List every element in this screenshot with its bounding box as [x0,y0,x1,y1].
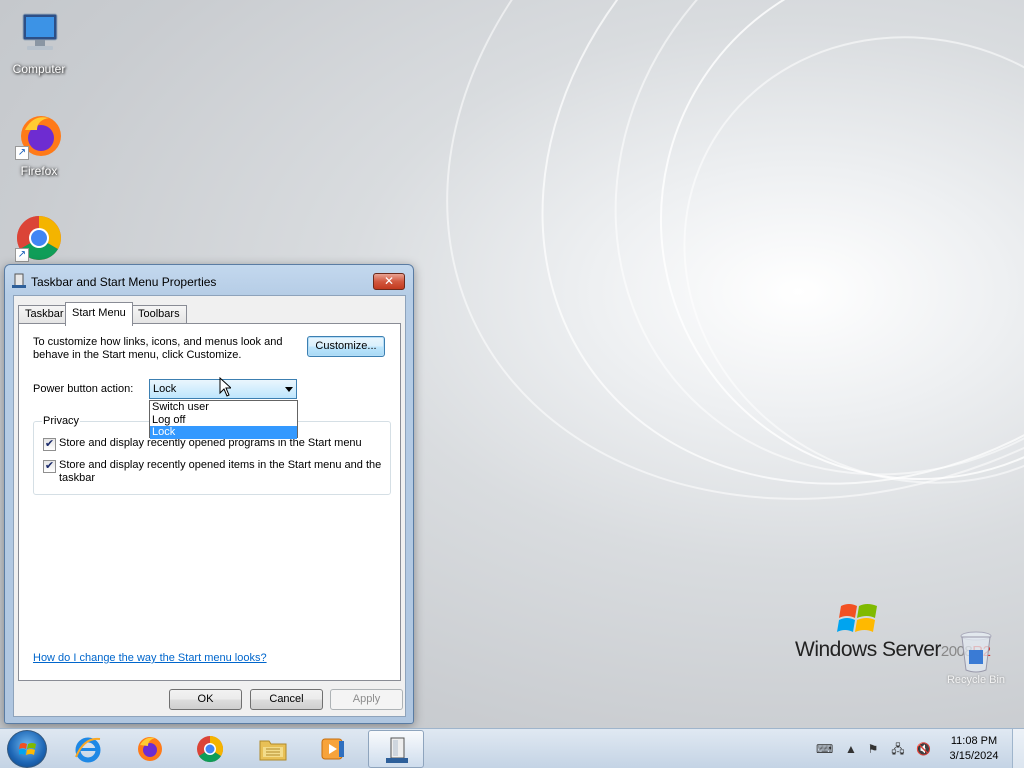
tab-start-menu[interactable]: Start Menu [65,302,133,326]
desktop-icon-firefox[interactable]: ↗ Firefox [4,112,74,178]
chrome-icon: ↗ [15,214,63,262]
volume-muted-icon[interactable]: 🔇 [916,742,931,756]
taskbar: ⌨ ▲ ⚑ 🖧 🔇 11:08 PM 3/15/2024 [0,728,1024,768]
chrome-icon [196,735,224,763]
network-icon[interactable]: 🖧 [891,742,905,756]
taskbar-item-chrome[interactable] [182,730,238,768]
dialog-titlebar[interactable]: Taskbar and Start Menu Properties ✕ [5,265,413,295]
ie-icon [74,735,102,763]
desktop-icon-computer[interactable]: Computer [4,10,74,76]
privacy-group-title: Privacy [42,415,81,427]
taskbar-item-media-player[interactable] [305,730,361,768]
power-button-label: Power button action: [33,383,134,395]
windows-flag-icon [837,600,881,640]
start-menu-tab-panel: To customize how links, icons, and menus… [18,323,401,681]
checkbox-checked-icon[interactable]: ✔ [43,438,56,451]
recycle-bin-label: Recycle Bin [946,674,1006,686]
chevron-down-icon[interactable] [285,387,293,392]
cancel-button[interactable]: Cancel [250,689,323,710]
checkbox-label: Store and display recently opened items … [59,459,382,484]
dropdown-option-switch-user[interactable]: Switch user [150,401,297,414]
desktop-icon-recycle-bin[interactable]: Recycle Bin [944,630,1008,686]
privacy-option-items[interactable]: ✔ Store and display recently opened item… [43,459,388,485]
close-button[interactable]: ✕ [373,273,405,290]
dropdown-option-lock[interactable]: Lock [150,426,297,439]
taskbar-properties-icon [383,736,411,764]
shortcut-arrow-icon: ↗ [15,248,29,262]
start-button[interactable] [7,730,47,768]
clock-time: 11:08 PM [950,735,998,747]
customize-button[interactable]: Customize... [307,336,385,357]
computer-icon [15,10,63,58]
power-button-dropdown-list: Switch user Log off Lock [149,400,298,439]
taskbar-clock[interactable]: 11:08 PM 3/15/2024 [944,734,1004,764]
firefox-icon: ↗ [15,112,63,160]
close-icon: ✕ [383,274,395,288]
desktop-icon-label: Computer [12,62,66,76]
clock-date: 3/15/2024 [949,750,999,762]
tab-taskbar[interactable]: Taskbar [18,305,71,324]
firefox-icon [135,735,163,763]
checkbox-label: Store and display recently opened progra… [59,437,362,449]
shortcut-arrow-icon: ↗ [15,146,29,160]
show-desktop-button[interactable] [1012,729,1024,768]
show-hidden-icons-chevron-up-icon[interactable]: ▲ [844,742,858,756]
taskbar-item-taskbar-properties[interactable] [368,730,424,768]
taskbar-item-file-explorer[interactable] [244,730,300,768]
dropdown-option-log-off[interactable]: Log off [150,414,297,427]
privacy-option-programs[interactable]: ✔ Store and display recently opened prog… [43,437,362,451]
mouse-cursor-icon [219,376,233,397]
ok-button[interactable]: OK [169,689,242,710]
action-center-flag-icon[interactable]: ⚑ [866,742,880,756]
help-link[interactable]: How do I change the way the Start menu l… [33,652,267,664]
folder-icon [258,735,287,763]
recycle-bin-icon [958,630,994,674]
checkbox-checked-icon[interactable]: ✔ [43,460,56,473]
taskbar-properties-icon [11,273,27,289]
taskbar-item-internet-explorer[interactable] [60,730,116,768]
power-button-value: Lock [153,383,177,395]
keyboard-icon[interactable]: ⌨ [816,742,833,756]
taskbar-item-firefox[interactable] [121,730,177,768]
media-player-icon [319,735,347,763]
desktop-icon-chrome[interactable]: ↗ [4,214,74,266]
start-menu-description: To customize how links, icons, and menus… [33,336,283,361]
windows-flag-icon [18,741,37,759]
dialog-client-area: Taskbar Start Menu Toolbars To customize… [13,295,406,717]
tab-toolbars[interactable]: Toolbars [131,305,187,324]
apply-button[interactable]: Apply [330,689,403,710]
dialog-title: Taskbar and Start Menu Properties [31,275,217,289]
desktop-icon-label: Firefox [20,164,58,178]
taskbar-properties-dialog: Taskbar and Start Menu Properties ✕ Task… [4,264,414,724]
